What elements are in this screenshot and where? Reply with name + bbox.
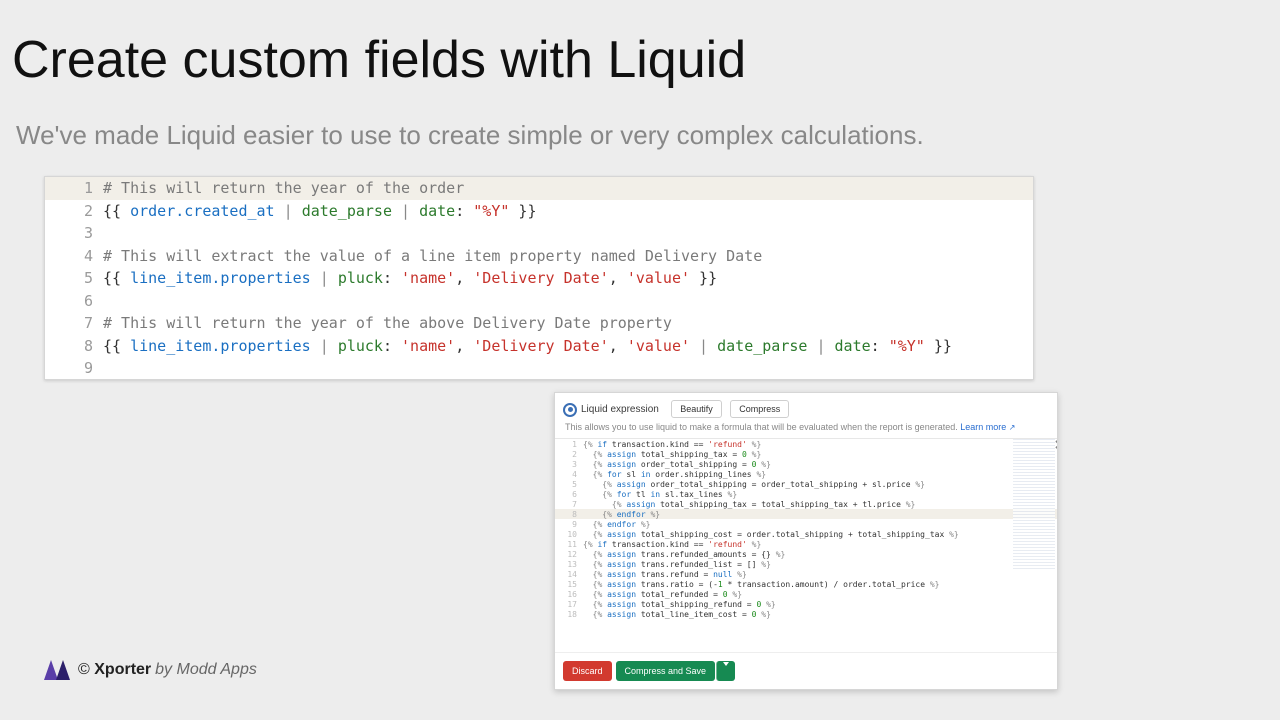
editor-line-number: 2 bbox=[555, 450, 583, 459]
editor-line: 17 {% assign total_shipping_refund = 0 %… bbox=[555, 599, 1057, 609]
beautify-button[interactable]: Beautify bbox=[671, 400, 722, 418]
editor-code: {% assign trans.refunded_list = [] %} bbox=[583, 560, 771, 569]
xporter-logo-icon bbox=[44, 660, 72, 680]
editor-line-number: 6 bbox=[555, 490, 583, 499]
editor-code: {% assign total_line_item_cost = 0 %} bbox=[583, 610, 771, 619]
product-name: Xporter bbox=[94, 661, 151, 679]
line-number: 4 bbox=[45, 247, 103, 265]
external-link-icon: ↗ bbox=[1009, 423, 1016, 432]
code-line: {{ line_item.properties | pluck: 'name',… bbox=[103, 269, 717, 287]
editor-code: {% assign total_shipping_tax = 0 %} bbox=[583, 450, 761, 459]
editor-code: {% assign total_shipping_tax = total_shi… bbox=[583, 500, 915, 509]
editor-code: {% assign trans.ratio = (-1 * transactio… bbox=[583, 580, 939, 589]
compress-and-save-button[interactable]: Compress and Save bbox=[616, 661, 716, 681]
editor-line: 4 {% for sl in order.shipping_lines %} bbox=[555, 469, 1057, 479]
editor-line-number: 1 bbox=[555, 440, 583, 449]
editor-line-number: 4 bbox=[555, 470, 583, 479]
line-number: 5 bbox=[45, 269, 103, 287]
editor-line: 8 {% endfor %} bbox=[555, 509, 1057, 519]
editor-line-number: 15 bbox=[555, 580, 583, 589]
editor-line-number: 3 bbox=[555, 460, 583, 469]
liquid-editor-panel: Liquid expression Beautify Compress This… bbox=[554, 392, 1058, 690]
editor-line-number: 12 bbox=[555, 550, 583, 559]
editor-line: 11{% if transaction.kind == 'refund' %} bbox=[555, 539, 1057, 549]
radio-checked-icon bbox=[563, 403, 577, 417]
editor-line-number: 9 bbox=[555, 520, 583, 529]
line-number: 3 bbox=[45, 224, 103, 242]
footer: © Xporter by Modd Apps bbox=[44, 660, 257, 680]
copyright: © bbox=[78, 661, 90, 679]
editor-code: {% assign total_refunded = 0 %} bbox=[583, 590, 742, 599]
code-comment: # This will return the year of the above… bbox=[103, 314, 672, 332]
caret-down-icon bbox=[723, 662, 729, 676]
editor-line: 3 {% assign order_total_shipping = 0 %} bbox=[555, 459, 1057, 469]
compress-button[interactable]: Compress bbox=[730, 400, 789, 418]
example-code-block: 1 # This will return the year of the ord… bbox=[44, 176, 1034, 380]
editor-code: {% if transaction.kind == 'refund' %} bbox=[583, 540, 761, 549]
editor-code: {% assign order_total_shipping = order_t… bbox=[583, 480, 925, 489]
editor-line-number: 7 bbox=[555, 500, 583, 509]
code-line: {{ order.created_at | date_parse | date:… bbox=[103, 202, 537, 220]
editor-code: {% assign trans.refunded_amounts = {} %} bbox=[583, 550, 785, 559]
editor-line-number: 5 bbox=[555, 480, 583, 489]
editor-line: 1{% if transaction.kind == 'refund' %} bbox=[555, 439, 1057, 449]
discard-button[interactable]: Discard bbox=[563, 661, 612, 681]
editor-line: 16 {% assign total_refunded = 0 %} bbox=[555, 589, 1057, 599]
editor-line: 15 {% assign trans.ratio = (-1 * transac… bbox=[555, 579, 1057, 589]
radio-label: Liquid expression bbox=[581, 404, 659, 415]
line-number: 8 bbox=[45, 337, 103, 355]
editor-code: {% if transaction.kind == 'refund' %} bbox=[583, 440, 761, 449]
editor-line: 13 {% assign trans.refunded_list = [] %} bbox=[555, 559, 1057, 569]
editor-line-number: 16 bbox=[555, 590, 583, 599]
editor-code: {% for sl in order.shipping_lines %} bbox=[583, 470, 766, 479]
editor-line-number: 18 bbox=[555, 610, 583, 619]
editor-line-number: 10 bbox=[555, 530, 583, 539]
editor-line-number: 13 bbox=[555, 560, 583, 569]
editor-line: 12 {% assign trans.refunded_amounts = {}… bbox=[555, 549, 1057, 559]
editor-line: 2 {% assign total_shipping_tax = 0 %} bbox=[555, 449, 1057, 459]
minimap-handle-icon bbox=[1053, 440, 1057, 450]
code-comment: # This will return the year of the order bbox=[103, 179, 464, 197]
editor-line: 5 {% assign order_total_shipping = order… bbox=[555, 479, 1057, 489]
line-number: 6 bbox=[45, 292, 103, 310]
editor-line-number: 8 bbox=[555, 510, 583, 519]
help-text: This allows you to use liquid to make a … bbox=[565, 422, 1047, 432]
code-line: {{ line_item.properties | pluck: 'name',… bbox=[103, 337, 952, 355]
editor-line: 6 {% for tl in sl.tax_lines %} bbox=[555, 489, 1057, 499]
editor-line: 14 {% assign trans.refund = null %} bbox=[555, 569, 1057, 579]
code-editor[interactable]: 1{% if transaction.kind == 'refund' %}2 … bbox=[555, 438, 1057, 635]
line-number: 1 bbox=[45, 179, 103, 197]
minimap[interactable] bbox=[1013, 439, 1055, 569]
editor-code: {% assign order_total_shipping = 0 %} bbox=[583, 460, 771, 469]
line-number: 9 bbox=[45, 359, 103, 377]
editor-line-number: 17 bbox=[555, 600, 583, 609]
editor-line: 7 {% assign total_shipping_tax = total_s… bbox=[555, 499, 1057, 509]
editor-line: 9 {% endfor %} bbox=[555, 519, 1057, 529]
editor-code: {% endfor %} bbox=[583, 510, 660, 519]
editor-code: {% assign total_shipping_refund = 0 %} bbox=[583, 600, 776, 609]
editor-code: {% assign total_shipping_cost = order.to… bbox=[583, 530, 959, 539]
editor-code: {% assign trans.refund = null %} bbox=[583, 570, 747, 579]
editor-line: 18 {% assign total_line_item_cost = 0 %} bbox=[555, 609, 1057, 619]
page-title: Create custom fields with Liquid bbox=[12, 30, 746, 90]
page-subtitle: We've made Liquid easier to use to creat… bbox=[16, 120, 924, 151]
vendor-name: by Modd Apps bbox=[155, 661, 257, 679]
code-comment: # This will extract the value of a line … bbox=[103, 247, 762, 265]
line-number: 7 bbox=[45, 314, 103, 332]
learn-more-link[interactable]: Learn more ↗ bbox=[960, 422, 1015, 432]
line-number: 2 bbox=[45, 202, 103, 220]
editor-code: {% endfor %} bbox=[583, 520, 650, 529]
editor-line-number: 11 bbox=[555, 540, 583, 549]
editor-line-number: 14 bbox=[555, 570, 583, 579]
editor-line: 10 {% assign total_shipping_cost = order… bbox=[555, 529, 1057, 539]
editor-code: {% for tl in sl.tax_lines %} bbox=[583, 490, 737, 499]
liquid-expression-radio[interactable]: Liquid expression bbox=[563, 403, 659, 417]
save-dropdown-button[interactable] bbox=[716, 661, 735, 681]
